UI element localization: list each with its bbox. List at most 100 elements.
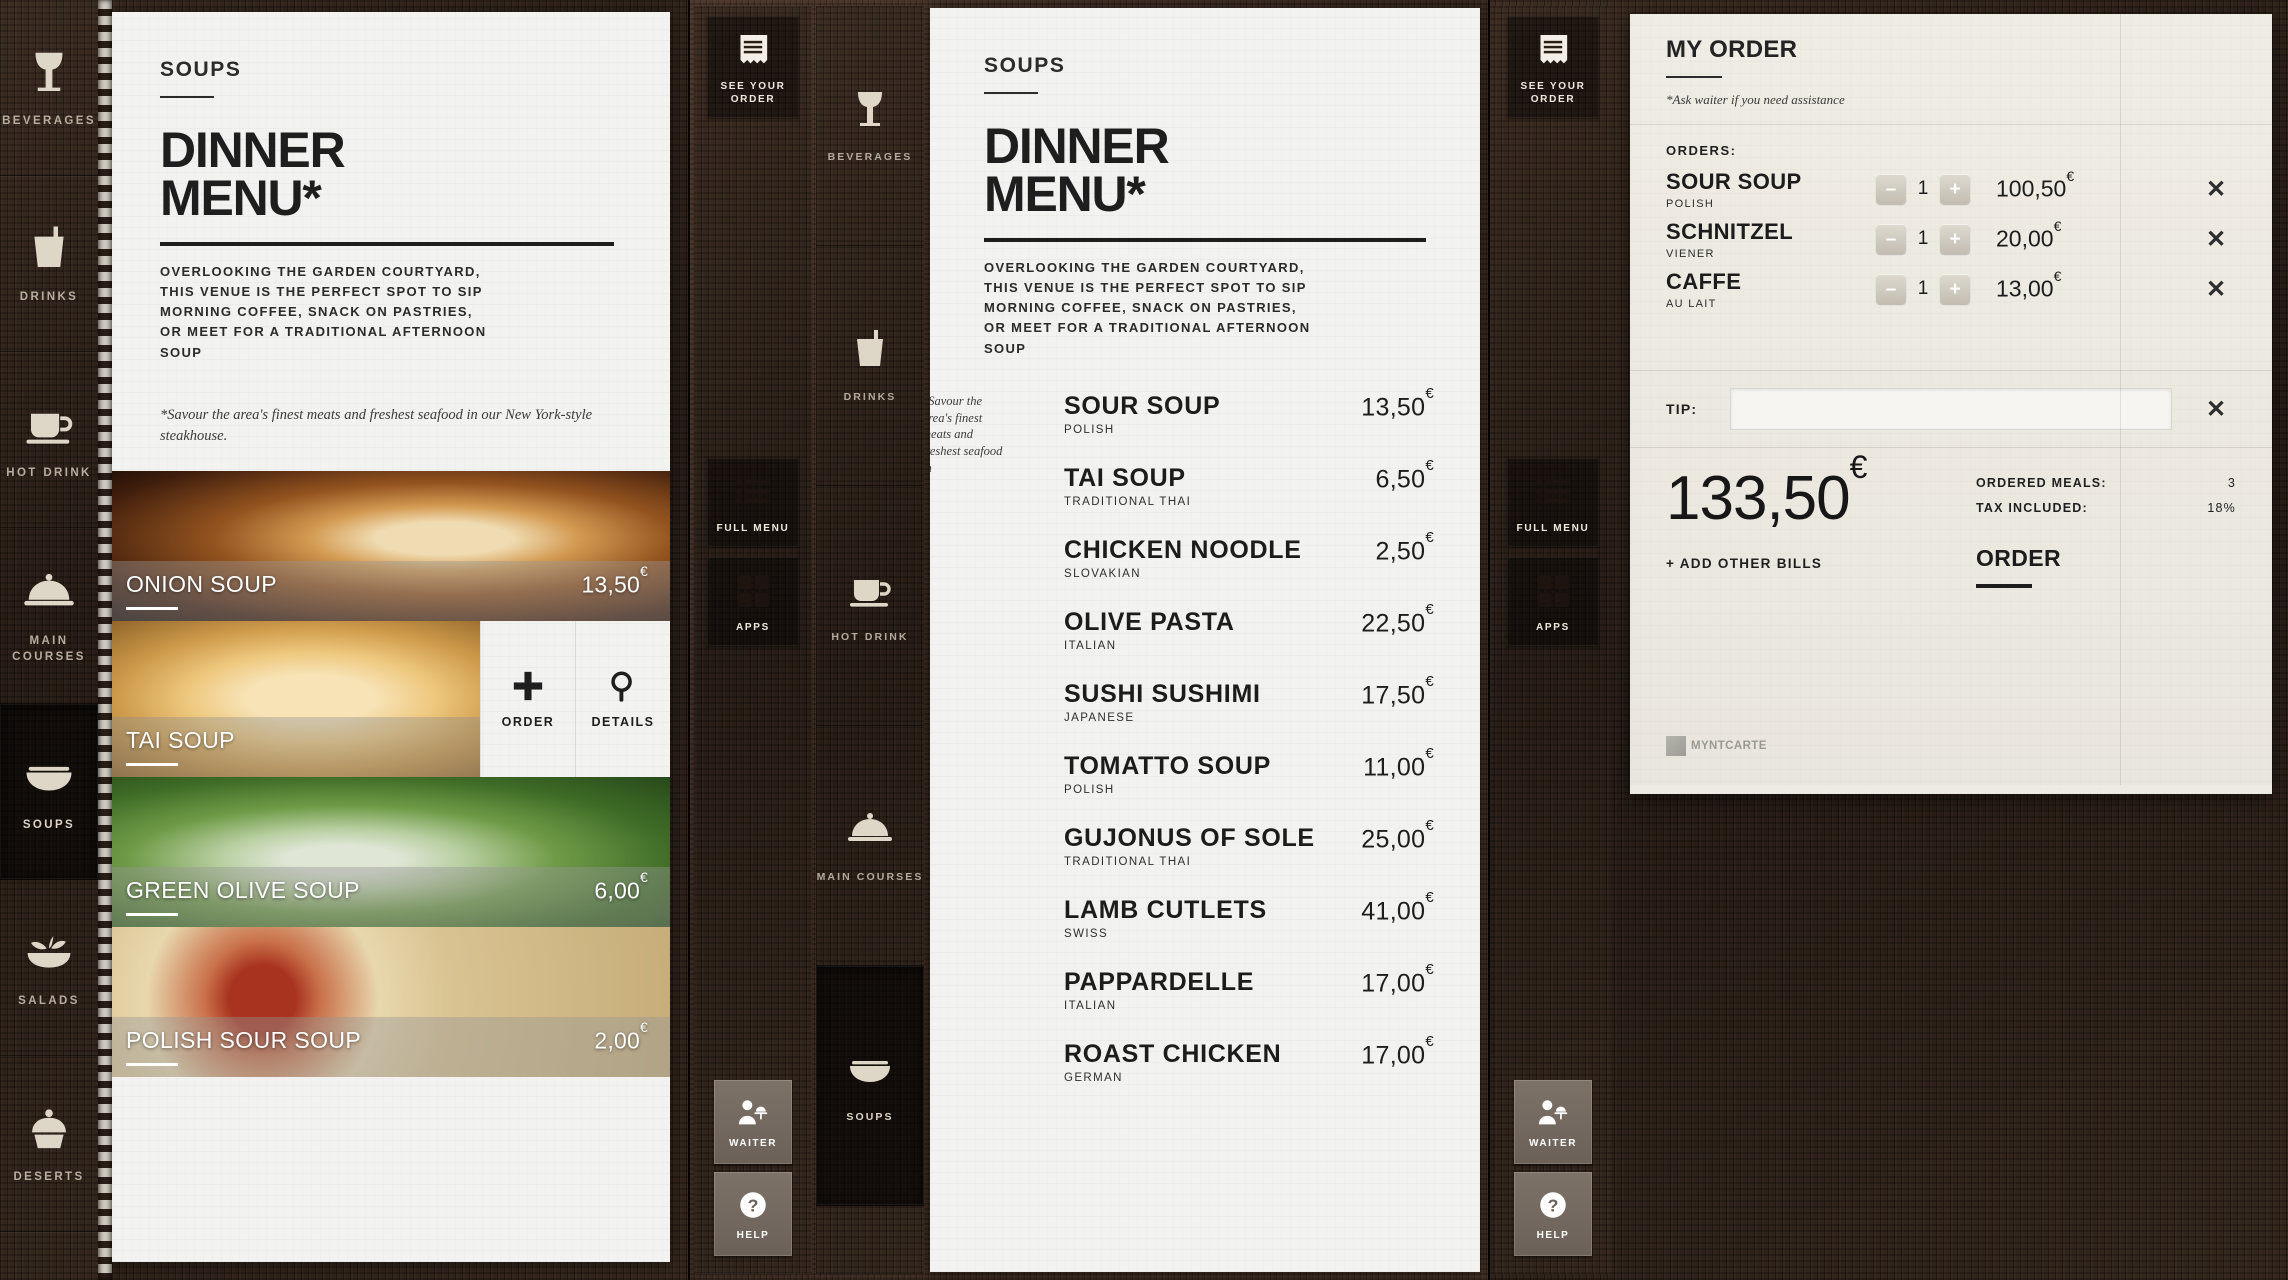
sidebar-item-drinks[interactable]: DRINKS <box>0 176 98 352</box>
menu-list-price-value: 2,50 <box>1375 537 1426 566</box>
menu-list-name: PAPPARDELLE <box>1064 967 1255 996</box>
sidebar2-item-soups[interactable]: SOUPS <box>816 966 924 1206</box>
menu-page-2: SOUPS DINNER MENU* OVERLOOKING THE GARDE… <box>930 8 1480 1272</box>
decrement-button[interactable]: – <box>1876 224 1906 254</box>
menu-list-text: OLIVE PASTA ITALIAN <box>1064 608 1235 652</box>
full-menu-button[interactable]: FULL MENU <box>707 458 799 547</box>
see-your-order-button[interactable]: SEE YOUR ORDER <box>707 16 799 118</box>
menu-list-name: LAMB CUTLETS <box>1064 895 1267 924</box>
menu-list-row[interactable]: SOUR SOUP POLISH 13,50€ <box>984 383 1434 455</box>
order-row-price-value: 13,00 <box>1996 275 2054 302</box>
order-row-price-value: 20,00 <box>1996 225 2054 252</box>
waiter-button[interactable]: WAITER <box>714 1080 792 1164</box>
menu-card[interactable]: GREEN OLIVE SOUP 6,00€ <box>104 776 670 927</box>
menu-list-row[interactable]: SUSHI SUSHIMI JAPANESE 17,50€ <box>984 671 1434 743</box>
menu-list-row[interactable]: LAMB CUTLETS SWISS 41,00€ <box>984 887 1434 959</box>
menu-list-row[interactable]: TOMATTO SOUP POLISH 11,00€ <box>984 743 1434 815</box>
sidebar-item-deserts[interactable]: DESERTS <box>0 1056 98 1232</box>
menu-list-row[interactable]: GUJONUS OF SOLE TRADITIONAL THAI 25,00€ <box>984 815 1434 887</box>
full-menu-button[interactable]: FULL MENU <box>1507 458 1599 547</box>
decrement-button[interactable]: – <box>1876 174 1906 204</box>
tax-value: 18% <box>2207 501 2236 515</box>
menu-card[interactable]: ONION SOUP 13,50€ <box>104 470 670 621</box>
tip-input[interactable] <box>1730 388 2172 430</box>
order-submit-label: ORDER <box>1976 545 2062 571</box>
increment-button[interactable]: + <box>1940 274 1970 304</box>
sidebar-item-soups[interactable]: SOUPS <box>0 704 98 880</box>
menu-list-row[interactable]: CHICKEN NOODLE SLOVAKIAN 2,50€ <box>984 527 1434 599</box>
menu-list-text: PAPPARDELLE ITALIAN <box>1064 967 1255 1012</box>
panel-menu-cards: BEVERAGES DRINKS HOT DRINK MAIN COURSES SOUP… <box>0 0 688 1280</box>
grid-icon <box>1533 571 1573 611</box>
sidebar-item-hot-drink[interactable]: HOT DRINK <box>0 352 98 528</box>
menu-card[interactable]: TAI SOUP ORDER DETAILS <box>104 620 670 777</box>
cloche-icon <box>846 806 894 854</box>
sidebar-item-beverages[interactable]: BEVERAGES <box>0 0 98 176</box>
help-button[interactable]: ? HELP <box>714 1172 792 1256</box>
menu-list-price-value: 25,00 <box>1361 825 1426 854</box>
question-mark-icon: ? <box>1536 1188 1570 1222</box>
menu-list-price: 11,00€ <box>1363 745 1434 782</box>
remove-item-button[interactable]: ✕ <box>2196 275 2236 304</box>
category-rail[interactable]: BEVERAGES DRINKS HOT DRINK MAIN COURSES SOUP… <box>0 0 98 1280</box>
sidebar2-item-drinks[interactable]: DRINKS <box>816 246 924 486</box>
menu-list-text: CHICKEN NOODLE SLOVAKIAN <box>1064 536 1302 580</box>
quantity-stepper: –1 + <box>1876 174 1970 204</box>
menu-list-row[interactable]: OLIVE PASTA ITALIAN 22,50€ <box>984 599 1434 671</box>
svg-text:?: ? <box>1548 1195 1559 1215</box>
menu-list-price-value: 13,50 <box>1361 393 1426 422</box>
menu-card-rule <box>126 606 178 610</box>
cup-icon <box>846 326 894 374</box>
waiter-icon <box>1536 1096 1570 1130</box>
remove-item-button[interactable]: ✕ <box>2196 225 2236 254</box>
full-menu-button-label: FULL MENU <box>1516 523 1590 534</box>
sidebar-item-label: HOT DRINK <box>6 466 92 479</box>
menu-list-price: 25,00€ <box>1361 817 1434 854</box>
add-other-bills-button[interactable]: + ADD OTHER BILLS <box>1666 556 1976 571</box>
remove-item-button[interactable]: ✕ <box>2196 175 2236 204</box>
sidebar-item-salads[interactable]: SALADS <box>0 880 98 1056</box>
menu-list-row[interactable]: TAI SOUP TRADITIONAL THAI 6,50€ <box>984 455 1434 527</box>
menu-list-text: SUSHI SUSHIMI JAPANESE <box>1064 680 1261 724</box>
tool-rail[interactable]: SEE YOUR ORDER FULL MENU APPS WAITER ? HELP <box>694 6 812 1274</box>
eyebrow-rule-2 <box>984 92 1038 94</box>
quantity-value: 1 <box>1917 178 1929 199</box>
increment-button[interactable]: + <box>1940 224 1970 254</box>
order-button[interactable]: ORDER <box>481 621 575 777</box>
menu-list-row[interactable]: PAPPARDELLE ITALIAN 17,00€ <box>984 959 1434 1031</box>
sidebar-item-main-courses[interactable]: MAIN COURSES <box>0 528 98 704</box>
sidebar2-item-beverages[interactable]: BEVERAGES <box>816 6 924 246</box>
tip-remove-button[interactable]: ✕ <box>2196 395 2236 424</box>
waiter-button[interactable]: WAITER <box>1514 1080 1592 1164</box>
apps-button[interactable]: APPS <box>1507 557 1599 646</box>
menu-list-row[interactable]: ROAST CHICKEN GERMAN 17,00€ <box>984 1031 1434 1103</box>
sidebar2-item-hot-drink[interactable]: HOT DRINK <box>816 486 924 726</box>
order-row-origin: AU LAIT <box>1666 297 1717 310</box>
waiter-icon <box>736 1096 770 1130</box>
menu-list-currency: € <box>1425 888 1434 906</box>
apps-button-label: APPS <box>735 622 771 633</box>
menu-list-price-value: 6,50 <box>1375 465 1426 494</box>
see-your-order-button[interactable]: SEE YOUR ORDER <box>1507 16 1599 118</box>
full-menu-button-label: FULL MENU <box>716 523 790 534</box>
sidebar2-item-main-courses[interactable]: MAIN COURSES <box>816 726 924 966</box>
menu-list-origin: ITALIAN <box>1064 999 1117 1012</box>
sidebar2-item-salads[interactable]: SALADS <box>816 1206 924 1280</box>
panel-divider-1 <box>688 0 690 1280</box>
menu-card[interactable]: POLISH SOUR SOUP 2,00€ <box>104 926 670 1077</box>
apps-button[interactable]: APPS <box>707 557 799 646</box>
total-left: 133,50€ + ADD OTHER BILLS <box>1666 451 1976 588</box>
menu-list-origin: POLISH <box>1064 783 1115 796</box>
category-rail-2[interactable]: BEVERAGES DRINKS HOT DRINK MAIN COURSES SOUP… <box>816 6 924 1274</box>
details-button[interactable]: DETAILS <box>575 620 670 777</box>
menu-list-price: 6,50€ <box>1375 457 1434 494</box>
increment-button[interactable]: + <box>1940 174 1970 204</box>
help-button[interactable]: ? HELP <box>1514 1172 1592 1256</box>
app-stage: BEVERAGES DRINKS HOT DRINK MAIN COURSES SOUP… <box>0 0 2288 1280</box>
menu-list-name: GUJONUS OF SOLE <box>1064 823 1315 852</box>
decrement-button[interactable]: – <box>1876 274 1906 304</box>
order-submit-button[interactable]: ORDER <box>1976 545 2236 588</box>
menu-list-name: TAI SOUP <box>1064 463 1186 492</box>
receipt-icon <box>733 30 773 70</box>
tool-rail-2[interactable]: SEE YOUR ORDER FULL MENU APPS WAITER ? HELP <box>1494 6 1612 1274</box>
